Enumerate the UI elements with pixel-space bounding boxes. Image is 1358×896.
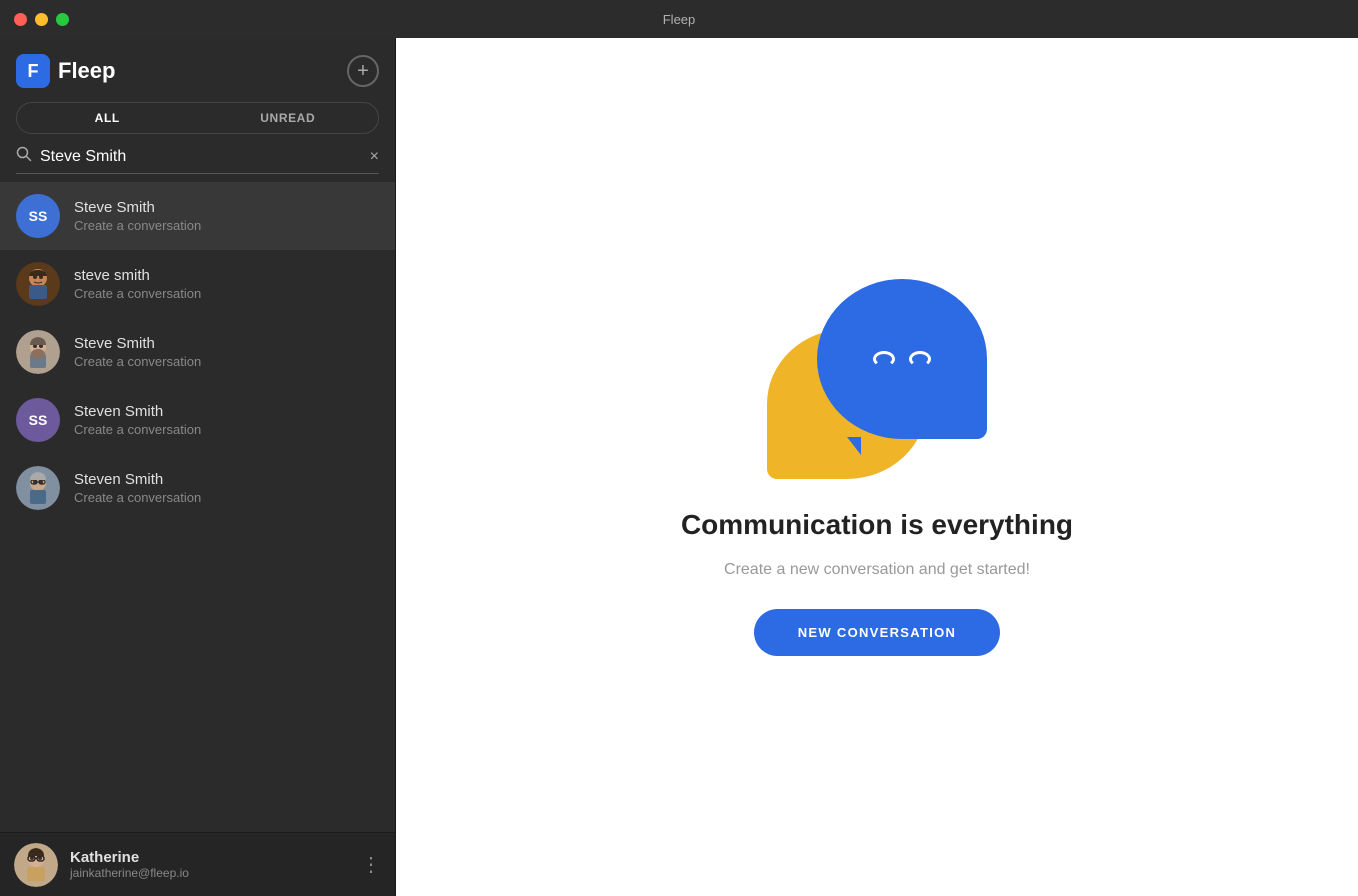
avatar: SS (16, 398, 60, 442)
contact-sub: Create a conversation (74, 422, 201, 437)
new-conversation-button[interactable]: + (347, 55, 379, 87)
avatar (16, 262, 60, 306)
main-content: Communication is everything Create a new… (396, 38, 1358, 896)
contact-info: Steven Smith Create a conversation (74, 471, 201, 505)
contact-name: Steve Smith (74, 199, 201, 216)
contact-name: Steven Smith (74, 471, 201, 488)
close-window-btn[interactable] (14, 13, 27, 26)
main-heading: Communication is everything (681, 509, 1073, 541)
contact-name: Steve Smith (74, 335, 201, 352)
contact-sub: Create a conversation (74, 354, 201, 369)
contact-list: SS Steve Smith Create a conversation (0, 182, 395, 832)
user-bar: Katherine jainkatherine@fleep.io ⋮ (0, 832, 395, 896)
user-avatar (14, 843, 58, 887)
logo-area: F Fleep (16, 54, 115, 88)
minimize-window-btn[interactable] (35, 13, 48, 26)
avatar (16, 466, 60, 510)
contact-item[interactable]: Steven Smith Create a conversation (0, 454, 395, 522)
logo-text: Fleep (58, 58, 115, 84)
sidebar: F Fleep + ALL UNREAD × SS (0, 38, 396, 896)
window-controls (14, 13, 69, 26)
contact-info: Steve Smith Create a conversation (74, 199, 201, 233)
app-body: F Fleep + ALL UNREAD × SS (0, 38, 1358, 896)
tab-all[interactable]: ALL (17, 103, 198, 133)
user-name: Katherine (70, 849, 349, 866)
clear-search-icon[interactable]: × (370, 148, 379, 166)
search-bar: × (16, 146, 379, 174)
tab-unread[interactable]: UNREAD (198, 103, 379, 133)
bubble-tail (847, 437, 861, 455)
contact-item[interactable]: steve smith Create a conversation (0, 250, 395, 318)
app-title: Fleep (663, 12, 696, 27)
search-icon (16, 146, 32, 167)
titlebar: Fleep (0, 0, 1358, 38)
contact-name: Steven Smith (74, 403, 201, 420)
contact-sub: Create a conversation (74, 286, 201, 301)
main-subtitle: Create a new conversation and get starte… (724, 561, 1030, 579)
contact-sub: Create a conversation (74, 490, 201, 505)
new-conversation-main-button[interactable]: NEW CONVERSATION (754, 609, 1001, 656)
eye-left (873, 351, 895, 367)
user-email: jainkatherine@fleep.io (70, 866, 349, 880)
maximize-window-btn[interactable] (56, 13, 69, 26)
user-info: Katherine jainkatherine@fleep.io (70, 849, 349, 880)
search-input[interactable] (40, 148, 362, 166)
contact-item[interactable]: SS Steve Smith Create a conversation (0, 182, 395, 250)
contact-sub: Create a conversation (74, 218, 201, 233)
chat-illustration (767, 279, 987, 479)
eye-right (909, 351, 931, 367)
contact-name: steve smith (74, 267, 201, 284)
tabs-bar: ALL UNREAD (16, 102, 379, 134)
contact-info: steve smith Create a conversation (74, 267, 201, 301)
avatar (16, 330, 60, 374)
user-menu-button[interactable]: ⋮ (361, 852, 381, 877)
contact-item[interactable]: SS Steven Smith Create a conversation (0, 386, 395, 454)
avatar: SS (16, 194, 60, 238)
sidebar-header: F Fleep + (0, 38, 395, 88)
contact-info: Steven Smith Create a conversation (74, 403, 201, 437)
logo-icon: F (16, 54, 50, 88)
contact-item[interactable]: Steve Smith Create a conversation (0, 318, 395, 386)
contact-info: Steve Smith Create a conversation (74, 335, 201, 369)
bubble-blue (817, 279, 987, 439)
